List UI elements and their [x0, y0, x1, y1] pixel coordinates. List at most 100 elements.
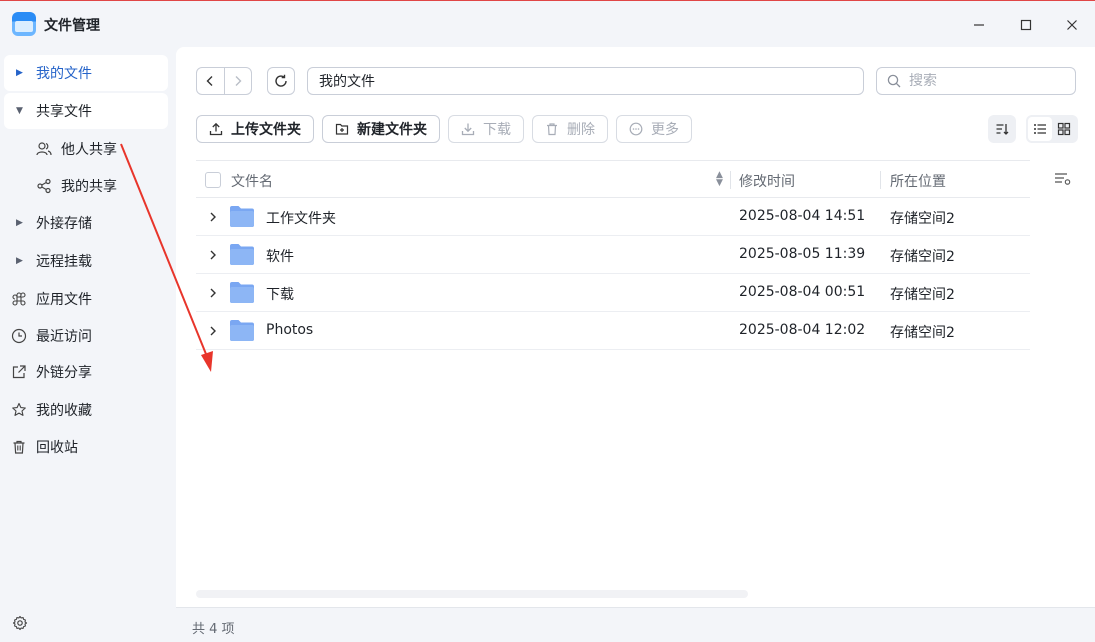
back-button[interactable] [197, 68, 224, 94]
delete-button[interactable]: 删除 [532, 115, 608, 143]
caret-right-icon: ▶ [16, 218, 23, 228]
chevron-right-icon[interactable] [208, 286, 218, 300]
file-manager-window: 文件管理 ▶ 我的文件 ▼ 共享文件 他人共享 我的共享 ▶ 外接存储 ▶ 远程… [0, 0, 1095, 642]
delete-label: 删除 [567, 122, 595, 138]
sort-toggle-icon[interactable]: ▲ ▼ [716, 171, 723, 188]
new-folder-icon [335, 122, 349, 136]
sidebar-item-recent[interactable]: 最近访问 [4, 318, 168, 354]
chevron-right-icon[interactable] [208, 248, 218, 262]
search-input[interactable] [909, 73, 1069, 89]
sidebar-item-favorites[interactable]: 我的收藏 [4, 392, 168, 428]
sidebar-item-label: 我的收藏 [36, 403, 92, 419]
more-button[interactable]: 更多 [616, 115, 692, 143]
share-icon [36, 178, 52, 194]
folder-icon [230, 282, 254, 303]
sidebar-item-my-shares[interactable]: 我的共享 [4, 168, 168, 204]
minimize-button[interactable] [967, 13, 991, 37]
download-icon [461, 122, 475, 136]
file-location: 存储空间2 [890, 211, 955, 227]
file-modified: 2025-08-04 14:51 [739, 208, 866, 224]
download-button[interactable]: 下载 [448, 115, 524, 143]
list-view-button[interactable] [1028, 117, 1052, 141]
grid-view-button[interactable] [1052, 117, 1076, 141]
column-modified[interactable]: 修改时间 [739, 171, 795, 191]
folder-icon [230, 206, 254, 227]
table-row[interactable]: 软件 2025-08-05 11:39 存储空间2 [196, 236, 1030, 274]
sidebar-item-my-files[interactable]: ▶ 我的文件 [4, 55, 168, 91]
grid-view-icon [1057, 122, 1071, 136]
clock-icon [11, 328, 27, 344]
history-nav [196, 67, 252, 95]
path-text: 我的文件 [319, 74, 375, 90]
table-row[interactable]: 工作文件夹 2025-08-04 14:51 存储空间2 [196, 198, 1030, 236]
sidebar-item-remote-mount[interactable]: ▶ 远程挂载 [4, 243, 168, 279]
file-name: Photos [266, 322, 314, 338]
sidebar-item-external-storage[interactable]: ▶ 外接存储 [4, 205, 168, 241]
sidebar-item-label: 我的文件 [36, 66, 92, 82]
column-name[interactable]: 文件名 [231, 171, 273, 191]
file-location: 存储空间2 [890, 325, 955, 341]
chevron-right-icon[interactable] [208, 210, 218, 224]
chevron-left-icon [206, 76, 213, 86]
main-panel: 我的文件 上传文件夹 新建文件夹 下载 [176, 47, 1095, 607]
sidebar-item-app-files[interactable]: 应用文件 [4, 281, 168, 317]
caret-right-icon: ▶ [16, 68, 23, 78]
gear-icon[interactable] [12, 615, 28, 631]
upload-folder-label: 上传文件夹 [231, 122, 301, 138]
upload-folder-button[interactable]: 上传文件夹 [196, 115, 314, 143]
trash-icon [11, 439, 27, 455]
new-folder-label: 新建文件夹 [357, 122, 427, 138]
column-location[interactable]: 所在位置 [890, 171, 946, 191]
file-modified: 2025-08-05 11:39 [739, 246, 866, 262]
status-bar: 共 4 项 [176, 607, 1095, 642]
sidebar-item-label: 他人共享 [61, 142, 117, 158]
sidebar-item-label: 远程挂载 [36, 254, 92, 270]
maximize-button[interactable] [1014, 13, 1038, 37]
file-location: 存储空间2 [890, 249, 955, 265]
minimize-icon [974, 24, 984, 26]
file-name: 软件 [266, 249, 294, 265]
sort-button[interactable] [988, 115, 1016, 143]
new-folder-button[interactable]: 新建文件夹 [322, 115, 440, 143]
sidebar-item-shared-with-me[interactable]: 他人共享 [4, 131, 168, 167]
maximize-icon [1020, 19, 1032, 31]
column-settings-icon[interactable] [1054, 172, 1074, 188]
chevron-right-icon[interactable] [208, 324, 218, 338]
path-bar[interactable]: 我的文件 [307, 67, 864, 95]
forward-button[interactable] [223, 68, 252, 94]
sidebar-item-label: 最近访问 [36, 329, 92, 345]
sidebar-item-label: 我的共享 [61, 179, 117, 195]
app-logo-icon [12, 12, 36, 36]
sort-icon [996, 124, 1009, 135]
chevron-right-icon [235, 76, 242, 86]
table-row[interactable]: Photos 2025-08-04 12:02 存储空间2 [196, 312, 1030, 350]
column-resizer[interactable] [880, 171, 881, 189]
sidebar-item-link-share[interactable]: 外链分享 [4, 354, 168, 390]
view-toggle [1026, 115, 1078, 143]
table-row[interactable]: 下载 2025-08-04 00:51 存储空间2 [196, 274, 1030, 312]
search-icon [887, 74, 901, 88]
sidebar-item-label: 外接存储 [36, 216, 92, 232]
users-icon [36, 141, 52, 157]
column-resizer[interactable] [730, 171, 731, 189]
search-box[interactable] [876, 67, 1076, 95]
command-icon [11, 291, 27, 307]
file-table: 文件名 ▲ ▼ 修改时间 所在位置 工作文件夹 2025-08-04 14:51 … [196, 160, 1030, 350]
list-view-icon [1034, 124, 1046, 134]
file-modified: 2025-08-04 00:51 [739, 284, 866, 300]
sidebar-item-recycle-bin[interactable]: 回收站 [4, 429, 168, 465]
close-button[interactable] [1060, 13, 1084, 37]
file-name: 下载 [266, 287, 294, 303]
refresh-button[interactable] [267, 67, 295, 95]
star-icon [11, 402, 27, 418]
close-icon [1067, 20, 1077, 30]
select-all-checkbox[interactable] [205, 172, 221, 188]
sidebar-item-shared-files[interactable]: ▼ 共享文件 [4, 93, 168, 129]
external-share-icon [11, 364, 27, 380]
file-name: 工作文件夹 [266, 211, 336, 227]
upload-icon [209, 122, 223, 136]
horizontal-scrollbar[interactable] [196, 590, 748, 598]
trash-icon [545, 122, 559, 136]
sidebar-item-label: 外链分享 [36, 365, 92, 381]
sidebar: ▶ 我的文件 ▼ 共享文件 他人共享 我的共享 ▶ 外接存储 ▶ 远程挂载 应用… [0, 47, 176, 642]
